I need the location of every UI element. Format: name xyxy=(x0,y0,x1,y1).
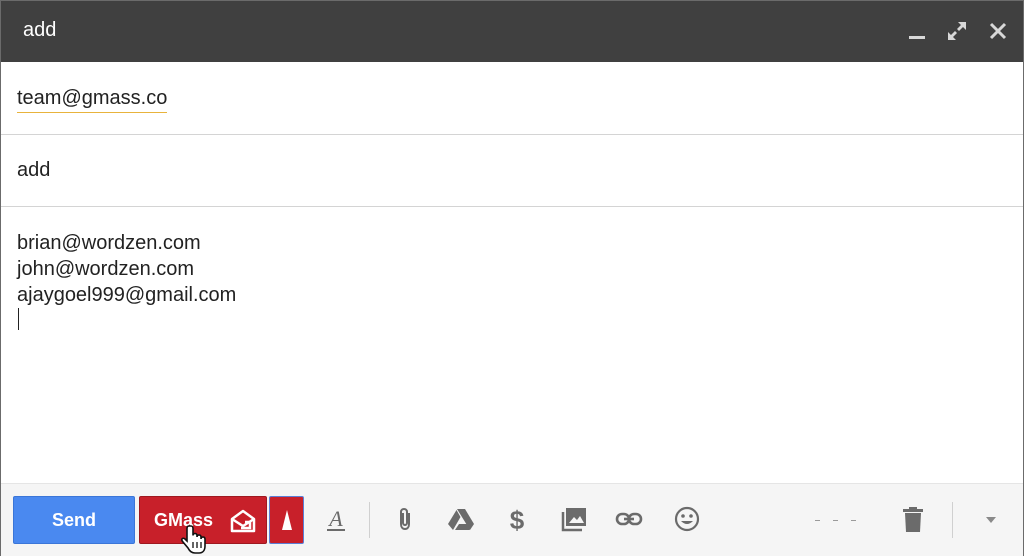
subject-row[interactable]: add xyxy=(1,135,1023,207)
subject-field[interactable]: add xyxy=(17,159,50,182)
text-caret xyxy=(18,308,19,330)
minimize-icon[interactable] xyxy=(905,19,929,43)
formatting-icon[interactable]: A xyxy=(322,505,350,533)
body-line: john@wordzen.com xyxy=(17,258,195,280)
gmass-button[interactable]: GMass xyxy=(139,496,267,544)
attach-icon[interactable] xyxy=(392,505,420,533)
loading-indicator xyxy=(815,520,857,522)
toolbar-divider xyxy=(952,502,953,538)
to-field[interactable]: team@gmass.co xyxy=(17,87,168,113)
svg-text:A: A xyxy=(327,506,343,531)
gmass-label: GMass xyxy=(154,510,214,530)
trash-icon[interactable] xyxy=(899,505,927,533)
gmass-logo-icon xyxy=(230,509,256,533)
send-button[interactable]: Send xyxy=(13,496,135,544)
message-body[interactable]: brian@wordzen.com john@wordzen.com ajayg… xyxy=(1,208,1023,483)
more-options-icon[interactable] xyxy=(977,505,1005,533)
close-icon[interactable] xyxy=(986,19,1010,43)
toolbar-divider xyxy=(369,502,370,538)
money-icon[interactable]: $ xyxy=(503,505,531,533)
gmass-settings-arrow[interactable] xyxy=(269,496,304,544)
compose-title: add xyxy=(23,19,57,41)
body-line: ajaygoel999@gmail.com xyxy=(17,284,237,306)
triangle-up-icon xyxy=(282,510,292,530)
drive-icon[interactable] xyxy=(447,505,475,533)
link-icon[interactable] xyxy=(615,505,643,533)
emoji-icon[interactable] xyxy=(673,505,701,533)
compose-title-bar[interactable]: add xyxy=(1,1,1023,62)
svg-text:$: $ xyxy=(510,505,525,533)
body-line: brian@wordzen.com xyxy=(17,232,201,254)
recipients-row[interactable]: team@gmass.co xyxy=(1,63,1023,135)
photo-icon[interactable] xyxy=(560,505,588,533)
compose-toolbar: Send GMass A $ xyxy=(1,483,1023,556)
compose-window: add team@gmass.co add brian@wordzen.com … xyxy=(0,0,1024,556)
expand-icon[interactable] xyxy=(945,19,969,43)
